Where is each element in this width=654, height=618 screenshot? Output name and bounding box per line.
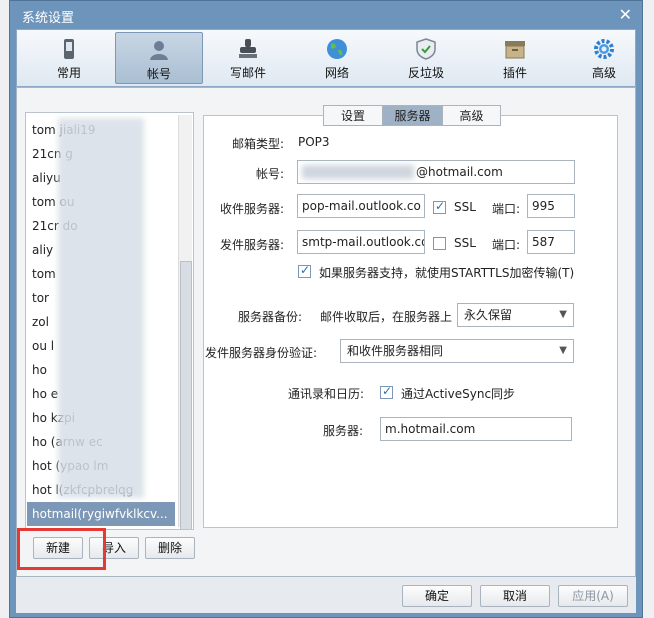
mailbox-type-label: 邮箱类型: <box>232 137 285 151</box>
activesync-checkbox[interactable] <box>380 384 393 399</box>
tab-plugins[interactable]: 插件 <box>471 32 559 84</box>
window-title: 系统设置 <box>22 11 75 26</box>
auth-label: 发件服务器身份验证: <box>205 346 318 360</box>
user-icon <box>150 41 168 60</box>
mailbox-type-value: POP3 <box>298 135 330 149</box>
incoming-server-label: 收件服务器: <box>220 202 285 216</box>
tab-network[interactable]: 网络 <box>293 32 381 84</box>
incoming-ssl-checkbox[interactable] <box>433 199 446 214</box>
ok-button[interactable]: 确定 <box>402 585 472 607</box>
incoming-port-label: 端口: <box>492 202 521 216</box>
tab-account-label: 帐号 <box>146 67 171 81</box>
list-scrollbar[interactable] <box>178 115 192 529</box>
server-backup-text: 邮件收取后，在服务器上 <box>320 310 453 324</box>
tab-advanced[interactable]: 高级 <box>560 32 648 84</box>
activesync-label: 通过ActiveSync同步 <box>401 387 516 401</box>
starttls-label: 如果服务器支持，就使用STARTTLS加密传输(T) <box>319 266 575 280</box>
auth-select[interactable]: 和收件服务器相同 ▼ <box>340 339 574 363</box>
tab-account[interactable]: 帐号 <box>115 32 203 84</box>
account-label: 帐号: <box>256 167 285 181</box>
account-blur <box>302 165 414 179</box>
globe-icon <box>327 39 347 59</box>
tab-antispam-label: 反垃圾 <box>407 66 444 80</box>
apply-button[interactable]: 应用(A) <box>558 585 628 607</box>
phone-icon <box>64 39 74 59</box>
contacts-calendar-label: 通讯录和日历: <box>288 387 365 401</box>
list-item-selected[interactable]: hotmail(rygiwfvklkcv... <box>27 502 175 526</box>
backup-select-value: 永久保留 <box>464 308 513 322</box>
outgoing-port-label: 端口: <box>492 238 521 252</box>
incoming-ssl-label: SSL <box>454 200 476 214</box>
tab-general[interactable]: 常用 <box>25 32 113 84</box>
tab-advanced-settings[interactable]: 高级 <box>442 105 501 126</box>
tab-advanced-label: 高级 <box>591 66 616 80</box>
chevron-down-icon: ▼ <box>559 309 567 320</box>
privacy-blur <box>58 118 144 498</box>
outgoing-ssl-checkbox[interactable] <box>433 237 446 250</box>
tab-plugins-label: 插件 <box>502 66 527 80</box>
highlight-box <box>17 528 106 570</box>
tab-compose-label: 写邮件 <box>229 66 266 80</box>
stamp-icon <box>239 39 257 58</box>
outgoing-server-field[interactable]: smtp-mail.outlook.co <box>297 230 425 254</box>
server-backup-label: 服务器备份: <box>238 310 303 324</box>
outgoing-server-label: 发件服务器: <box>220 238 285 252</box>
outgoing-port-field[interactable]: 587 <box>527 230 575 254</box>
outgoing-ssl-label: SSL <box>454 236 476 250</box>
settings-toolbar: 常用 帐号 写邮件 网络 反垃圾 插件 高级 <box>16 29 636 87</box>
drawer-icon <box>505 41 525 59</box>
shield-icon <box>416 38 436 60</box>
gear-icon <box>594 39 614 59</box>
activesync-server-field[interactable]: m.hotmail.com <box>380 417 572 441</box>
scrollbar-thumb[interactable] <box>180 261 192 529</box>
tab-server[interactable]: 服务器 <box>382 105 443 126</box>
title-bar: 系统设置 ✕ <box>10 1 642 29</box>
close-icon[interactable]: ✕ <box>619 5 632 24</box>
activesync-server-label: 服务器: <box>323 424 364 438</box>
backup-select[interactable]: 永久保留 ▼ <box>457 303 574 327</box>
incoming-port-field[interactable]: 995 <box>527 194 575 218</box>
delete-button[interactable]: 删除 <box>145 537 195 559</box>
starttls-checkbox[interactable] <box>298 263 311 278</box>
tab-network-label: 网络 <box>324 66 349 80</box>
tab-general-label: 常用 <box>56 66 81 80</box>
chevron-down-icon: ▼ <box>559 345 567 356</box>
account-field-value: @hotmail.com <box>416 165 503 179</box>
auth-select-value: 和收件服务器相同 <box>347 344 444 358</box>
tab-settings[interactable]: 设置 <box>323 105 383 126</box>
incoming-server-field[interactable]: pop-mail.outlook.co <box>297 194 425 218</box>
tab-compose[interactable]: 写邮件 <box>204 32 292 84</box>
tab-antispam[interactable]: 反垃圾 <box>382 32 470 84</box>
account-list[interactable]: tom jiali19 21cn g aliyu tom ou 21cr do … <box>25 112 194 530</box>
cancel-button[interactable]: 取消 <box>480 585 550 607</box>
